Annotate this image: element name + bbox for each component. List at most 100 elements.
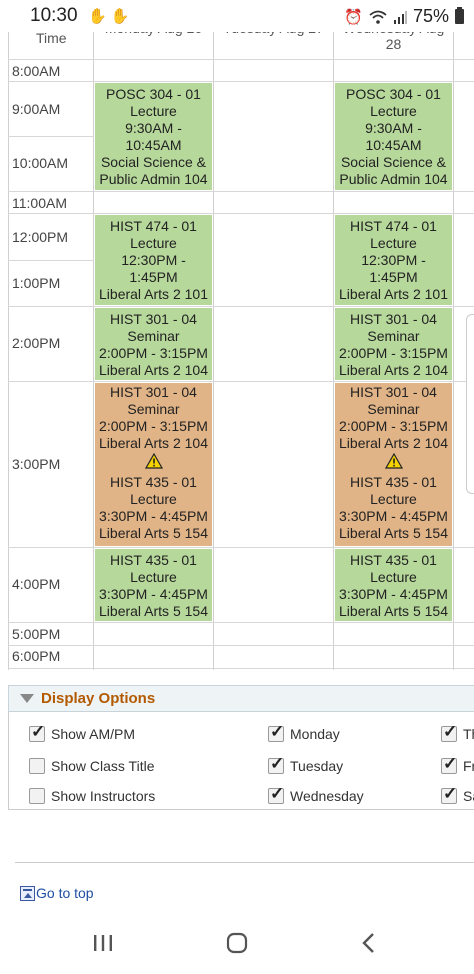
warning-icon	[144, 453, 163, 469]
class-line: HIST 435 - 01	[110, 474, 197, 490]
class-block-posc-304[interactable]: POSC 304 - 01 Lecture 9:30AM - 10:45AM S…	[334, 82, 453, 191]
display-options-header[interactable]: Display Options	[8, 685, 474, 712]
go-to-top-link[interactable]: Go to top	[20, 885, 94, 901]
status-time: 10:30	[30, 5, 78, 26]
go-to-top-icon[interactable]	[20, 885, 35, 901]
class-line: HIST 301 - 04	[350, 384, 437, 400]
battery-icon	[455, 7, 464, 24]
time-label: 8:00AM	[12, 63, 61, 79]
class-line: Lecture	[370, 569, 417, 585]
class-block-hist-474[interactable]: HIST 474 - 01 Lecture 12:30PM - 1:45PM L…	[334, 214, 453, 306]
time-label: 4:00PM	[12, 576, 61, 592]
time-label: 2:00PM	[12, 335, 61, 351]
status-indicators: ⏰ 75%	[344, 6, 464, 27]
option-label: Wednesday	[290, 788, 364, 804]
back-button[interactable]	[354, 930, 384, 956]
checkbox[interactable]	[268, 722, 284, 742]
class-line: Liberal Arts 5 154	[339, 525, 448, 541]
class-line: Liberal Arts 5 154	[99, 603, 208, 619]
class-line: Public Admin 104	[99, 171, 208, 187]
class-block-posc-304[interactable]: POSC 304 - 01 Lecture 9:30AM - 10:45AM S…	[94, 82, 213, 191]
warning-icon	[384, 453, 403, 469]
status-bar: 10:30 ✋ ✋ ⏰ 75%	[0, 0, 474, 32]
option-show-instructors[interactable]: Show Instructors	[29, 788, 155, 804]
class-line: Liberal Arts 2 101	[339, 286, 448, 302]
home-icon	[226, 932, 248, 954]
grid-line	[8, 20, 9, 670]
class-line: Seminar	[127, 328, 180, 344]
checkbox[interactable]	[29, 788, 45, 804]
class-line: 3:30PM - 4:45PM	[99, 508, 208, 524]
class-line: 12:30PM -	[361, 252, 426, 268]
class-line: 2:00PM - 3:15PM	[99, 418, 208, 434]
option-label: Show AM/PM	[51, 726, 136, 742]
option-show-ampm[interactable]: Show AM/PM	[29, 722, 136, 742]
option-monday[interactable]: Monday	[268, 722, 340, 742]
class-line: Liberal Arts 2 104	[99, 435, 208, 451]
signal-icon	[393, 10, 407, 24]
class-block-hist-435[interactable]: HIST 435 - 01 Lecture 3:30PM - 4:45PM Li…	[334, 548, 453, 622]
class-line: Lecture	[130, 569, 177, 585]
display-options-panel: Show AM/PM Show Class Title Show Instruc…	[8, 712, 474, 810]
class-line: Seminar	[367, 401, 420, 417]
class-line: HIST 435 - 01	[350, 474, 437, 490]
option-label: Show Class Title	[51, 758, 155, 774]
checkbox[interactable]	[441, 722, 457, 742]
class-line: Lecture	[130, 235, 177, 251]
checkbox[interactable]	[268, 784, 284, 804]
time-label: 12:00PM	[12, 229, 69, 245]
class-line: Seminar	[367, 328, 420, 344]
class-block-hist-301[interactable]: HIST 301 - 04 Seminar 2:00PM - 3:15PM Li…	[334, 307, 453, 381]
class-line: 2:00PM - 3:15PM	[339, 418, 448, 434]
class-block-hist-474[interactable]: HIST 474 - 01 Lecture 12:30PM - 1:45PM L…	[94, 214, 213, 306]
class-line: Lecture	[130, 491, 177, 507]
class-line: Liberal Arts 2 104	[339, 435, 448, 451]
home-button[interactable]	[222, 930, 252, 956]
option-thursday[interactable]: Th	[441, 722, 474, 742]
checkbox[interactable]	[441, 784, 457, 804]
class-line: Liberal Arts 5 154	[339, 603, 448, 619]
class-line: 1:45PM	[369, 269, 418, 285]
option-label: Sa	[463, 788, 474, 804]
go-to-top-label[interactable]: Go to top	[36, 885, 94, 901]
class-line: Liberal Arts 2 104	[339, 362, 448, 378]
class-line: POSC 304 - 01	[106, 86, 201, 102]
class-schedule-grid: Time Monday Aug 26 Tuesday Aug 27 Wednes…	[8, 20, 474, 672]
class-line: 12:30PM -	[121, 252, 186, 268]
class-conflict-block[interactable]: HIST 301 - 04 Seminar 2:00PM - 3:15PM Li…	[94, 382, 213, 547]
class-line: 2:00PM - 3:15PM	[339, 345, 448, 361]
display-options-title: Display Options	[41, 690, 156, 707]
option-tuesday[interactable]: Tuesday	[268, 754, 343, 774]
checkbox[interactable]	[29, 722, 45, 742]
recent-apps-icon	[94, 935, 112, 951]
class-block-hist-435[interactable]: HIST 435 - 01 Lecture 3:30PM - 4:45PM Li…	[94, 548, 213, 622]
collapse-caret-icon[interactable]	[20, 694, 34, 703]
time-column-header: Time	[36, 30, 67, 46]
time-label: 1:00PM	[12, 275, 61, 291]
back-icon	[362, 933, 374, 953]
checkbox[interactable]	[29, 758, 45, 774]
class-line: HIST 474 - 01	[350, 218, 437, 234]
class-line: HIST 435 - 01	[110, 552, 197, 568]
option-friday[interactable]: Fr	[441, 754, 474, 774]
class-line: Liberal Arts 5 154	[99, 525, 208, 541]
class-line: 1:45PM	[129, 269, 178, 285]
class-line: Seminar	[127, 401, 180, 417]
class-line: 2:00PM - 3:15PM	[99, 345, 208, 361]
class-block-hist-301[interactable]: HIST 301 - 04 Seminar 2:00PM - 3:15PM Li…	[94, 307, 213, 381]
class-conflict-block[interactable]: HIST 301 - 04 Seminar 2:00PM - 3:15PM Li…	[334, 382, 453, 547]
checkbox[interactable]	[268, 754, 284, 774]
option-saturday[interactable]: Sa	[441, 784, 474, 804]
class-line: 10:45AM	[365, 137, 422, 153]
grid-line	[213, 20, 214, 670]
checkbox[interactable]	[441, 754, 457, 774]
class-line: HIST 474 - 01	[110, 218, 197, 234]
class-line: 9:30AM -	[125, 120, 182, 136]
option-wednesday[interactable]: Wednesday	[268, 784, 364, 804]
class-line: Social Science &	[340, 154, 447, 170]
hand-icon: ✋	[88, 8, 107, 25]
scroll-handle[interactable]	[466, 314, 474, 494]
class-line: HIST 435 - 01	[350, 552, 437, 568]
recent-apps-button[interactable]	[88, 930, 118, 956]
option-show-class-title[interactable]: Show Class Title	[29, 758, 154, 774]
